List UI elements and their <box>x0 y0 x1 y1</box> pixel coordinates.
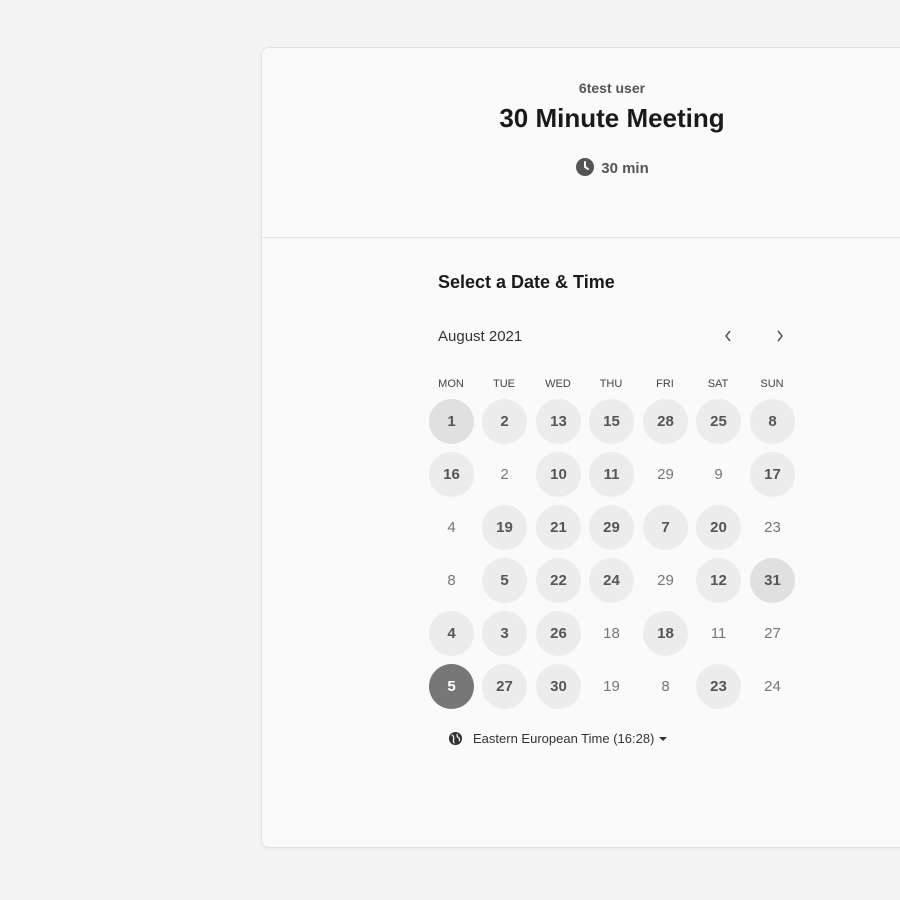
calendar-day[interactable]: 27 <box>482 664 527 709</box>
calendar-day: 19 <box>603 678 620 695</box>
calendar-day[interactable]: 29 <box>589 505 634 550</box>
event-header: 6test user 30 Minute Meeting 30 min <box>262 48 900 238</box>
calendar-day[interactable]: 10 <box>536 452 581 497</box>
globe-icon <box>448 731 463 746</box>
calendar-day[interactable]: 18 <box>643 611 688 656</box>
calendar-day[interactable]: 28 <box>643 399 688 444</box>
weekday-header: THU <box>599 378 623 390</box>
calendar-day: 18 <box>603 625 620 642</box>
calendar-day: 23 <box>764 519 781 536</box>
section-title: Select a Date & Time <box>438 272 615 292</box>
calendar-day[interactable]: 11 <box>589 452 634 497</box>
calendar-day: 9 <box>714 466 723 483</box>
calendar-day: 11 <box>710 625 727 642</box>
month-label: August 2021 <box>438 328 523 345</box>
weekday-header: MON <box>438 378 464 390</box>
calendar-day[interactable]: 30 <box>536 664 581 709</box>
calendar-day[interactable]: 31 <box>750 558 795 603</box>
calendar-day[interactable]: 23 <box>696 664 741 709</box>
calendar-day[interactable]: 19 <box>482 505 527 550</box>
calendar-day: 8 <box>661 678 670 695</box>
chevron-right-icon <box>777 330 783 342</box>
calendar-day[interactable]: 1 <box>429 399 474 444</box>
calendar-day[interactable]: 4 <box>429 611 474 656</box>
event-title: 30 Minute Meeting <box>499 103 725 133</box>
calendar-day[interactable]: 2 <box>482 399 527 444</box>
calendar-day: 29 <box>657 572 674 589</box>
calendar-day[interactable]: 8 <box>750 399 795 444</box>
prev-month-button[interactable] <box>716 324 740 348</box>
duration-label: 30 min <box>601 160 649 177</box>
calendar-day[interactable]: 3 <box>482 611 527 656</box>
calendar-day: 24 <box>764 678 781 695</box>
calendar-day[interactable]: 13 <box>536 399 581 444</box>
calendar-day: 27 <box>764 625 781 642</box>
event-duration: 30 min <box>262 157 900 177</box>
calendar-day[interactable]: 5 <box>482 558 527 603</box>
weekday-header: WED <box>545 378 571 390</box>
calendar-day[interactable]: 24 <box>589 558 634 603</box>
weekday-header: SAT <box>707 378 729 390</box>
calendar-day[interactable]: 22 <box>536 558 581 603</box>
timezone-selector[interactable]: Eastern European Time (16:28) <box>448 731 668 746</box>
calendar-day[interactable]: 7 <box>643 505 688 550</box>
calendar-day[interactable]: 17 <box>750 452 795 497</box>
calendar-day: 2 <box>500 466 509 483</box>
calendar-day[interactable]: 21 <box>536 505 581 550</box>
calendar-day[interactable]: 15 <box>589 399 634 444</box>
calendar-day: 4 <box>447 519 456 536</box>
chevron-left-icon <box>725 330 731 342</box>
weekday-header: SUN <box>760 378 784 390</box>
calendar-day[interactable]: 20 <box>696 505 741 550</box>
caret-down-icon <box>659 736 668 741</box>
next-month-button[interactable] <box>768 324 792 348</box>
calendar-day[interactable]: 16 <box>429 452 474 497</box>
calendar-day[interactable]: 26 <box>536 611 581 656</box>
weekday-header: FRI <box>656 378 674 390</box>
clock-icon <box>576 158 595 176</box>
host-name: 6test user <box>578 80 646 96</box>
timezone-label: Eastern European Time (16:28) <box>473 731 655 746</box>
selected-day[interactable]: 5 <box>429 664 474 709</box>
calendar-day: 8 <box>447 572 456 589</box>
scheduling-card: 6test user 30 Minute Meeting 30 min Sele… <box>261 47 900 848</box>
calendar-day: 29 <box>657 466 674 483</box>
calendar-day[interactable]: 12 <box>696 558 741 603</box>
calendar-day[interactable]: 25 <box>696 399 741 444</box>
weekday-header: TUE <box>493 378 515 390</box>
